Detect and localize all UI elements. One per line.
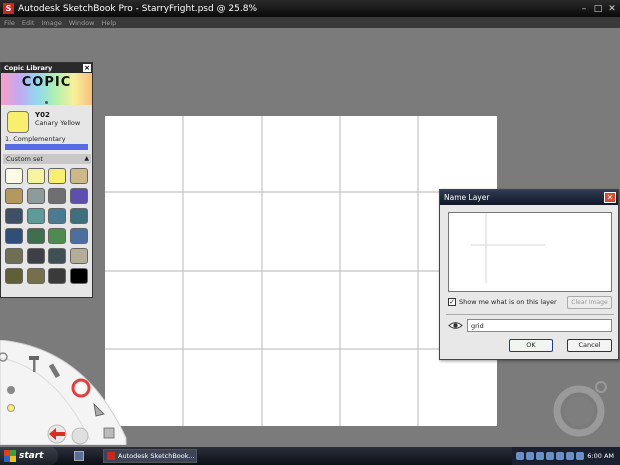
color-swatch[interactable] <box>5 208 23 224</box>
window-title: Autodesk SketchBook Pro - StarryFright.p… <box>18 3 258 14</box>
selected-color-swatch[interactable] <box>7 111 29 133</box>
color-swatch[interactable] <box>69 208 88 224</box>
show-layer-option: ✓ Show me what is on this layer <box>448 298 557 306</box>
color-swatch[interactable] <box>26 188 45 204</box>
menu-image[interactable]: Image <box>41 19 61 27</box>
maximize-button[interactable]: □ <box>592 3 604 14</box>
quick-launch-icon[interactable] <box>74 451 84 461</box>
custom-set-dropdown[interactable]: Custom set ▲ <box>3 154 91 164</box>
dialog-title: Name Layer <box>444 193 490 202</box>
color-swatch[interactable] <box>5 248 23 264</box>
copic-library-header[interactable]: Copic Library × <box>1 63 92 73</box>
name-layer-dialog: Name Layer ✕ ✓ Show me what is on this l… <box>439 189 619 360</box>
expand-dot-icon[interactable] <box>45 101 48 104</box>
sketchbook-app-icon: S <box>3 3 14 14</box>
color-swatch[interactable] <box>69 248 88 264</box>
menu-window[interactable]: Window <box>69 19 95 27</box>
start-label: start <box>19 451 44 461</box>
lagoon-tool-wheel <box>0 340 127 445</box>
clear-image-button[interactable]: Clear Image <box>567 296 612 309</box>
tray-icon[interactable] <box>516 452 524 460</box>
ok-button[interactable]: OK <box>509 339 553 352</box>
tray-icon[interactable] <box>546 452 554 460</box>
color-swatch[interactable] <box>48 248 66 264</box>
color-swatch[interactable] <box>26 268 45 284</box>
color-swatch[interactable] <box>26 228 45 244</box>
taskbar-app-button[interactable]: Autodesk SketchBook... <box>103 449 197 463</box>
complementary-color-bar[interactable] <box>5 144 88 150</box>
layer-preview <box>448 212 612 292</box>
cancel-button[interactable]: Cancel <box>567 339 612 352</box>
windows-flag-icon <box>4 450 16 462</box>
selected-color-code: Y02 <box>35 111 50 119</box>
navigation-puck[interactable] <box>550 378 612 440</box>
color-swatch[interactable] <box>69 228 88 244</box>
menu-edit[interactable]: Edit <box>22 19 35 27</box>
complementary-label: 1. Complementary <box>5 135 66 143</box>
eye-icon[interactable] <box>448 321 463 330</box>
color-swatch[interactable] <box>69 268 88 284</box>
show-layer-checkbox[interactable]: ✓ <box>448 298 456 306</box>
layer-preview-thumbnail <box>471 213 545 283</box>
copic-library-title: Copic Library <box>4 64 53 72</box>
color-swatch[interactable] <box>48 208 66 224</box>
tray-icon[interactable] <box>526 452 534 460</box>
selected-color-name: Canary Yellow <box>35 119 81 127</box>
color-swatch[interactable] <box>48 188 66 204</box>
color-swatch[interactable] <box>5 188 23 204</box>
minimize-button[interactable]: – <box>578 3 590 14</box>
color-swatch[interactable] <box>5 168 23 184</box>
dialog-close-button[interactable]: ✕ <box>604 192 616 203</box>
dialog-header[interactable]: Name Layer ✕ <box>440 190 618 205</box>
color-swatch[interactable] <box>48 228 66 244</box>
custom-set-swatches <box>5 168 91 284</box>
redo-button[interactable] <box>71 427 89 445</box>
color-swatch[interactable] <box>48 268 66 284</box>
color-dot-icon[interactable] <box>7 404 15 412</box>
color-swatch[interactable] <box>26 248 45 264</box>
menu-file[interactable]: File <box>4 19 15 27</box>
clock[interactable]: 6:00 AM <box>587 452 614 460</box>
color-swatch[interactable] <box>26 168 45 184</box>
window-titlebar: S Autodesk SketchBook Pro - StarryFright… <box>0 0 620 17</box>
tray-icon[interactable] <box>556 452 564 460</box>
tray-icon[interactable] <box>566 452 574 460</box>
task-label: Autodesk SketchBook... <box>118 452 195 460</box>
puck-handle-icon[interactable] <box>595 381 607 393</box>
color-swatch[interactable] <box>5 228 23 244</box>
color-swatch[interactable] <box>69 188 88 204</box>
color-swatch[interactable] <box>69 168 88 184</box>
lasso-tool-icon[interactable] <box>7 386 15 394</box>
copic-logo-text: COPIC <box>21 75 72 90</box>
tray-icon[interactable] <box>576 452 584 460</box>
copic-library-panel: Copic Library × COPIC Y02 Canary Yellow … <box>0 62 93 298</box>
color-swatch[interactable] <box>5 268 23 284</box>
tray-icon[interactable] <box>536 452 544 460</box>
divider <box>446 314 614 315</box>
color-swatch[interactable] <box>26 208 45 224</box>
show-layer-label: Show me what is on this layer <box>459 298 557 306</box>
menu-help[interactable]: Help <box>101 19 116 27</box>
system-tray: 6:00 AM <box>512 447 620 465</box>
sketchbook-task-icon <box>107 452 115 460</box>
taskbar: start Autodesk SketchBook... 6:00 AM <box>0 447 620 465</box>
custom-set-label: Custom set <box>6 155 43 163</box>
close-button[interactable]: ✕ <box>606 3 618 14</box>
layers-tool-icon[interactable] <box>103 427 115 439</box>
collapse-arrow-icon[interactable]: ▲ <box>84 154 89 164</box>
color-swatch[interactable] <box>48 168 66 184</box>
close-icon[interactable]: × <box>83 64 91 72</box>
menu-bar: File Edit Image Window Help <box>0 17 620 28</box>
start-button[interactable]: start <box>0 447 58 465</box>
layer-name-input[interactable]: grid <box>467 319 612 332</box>
